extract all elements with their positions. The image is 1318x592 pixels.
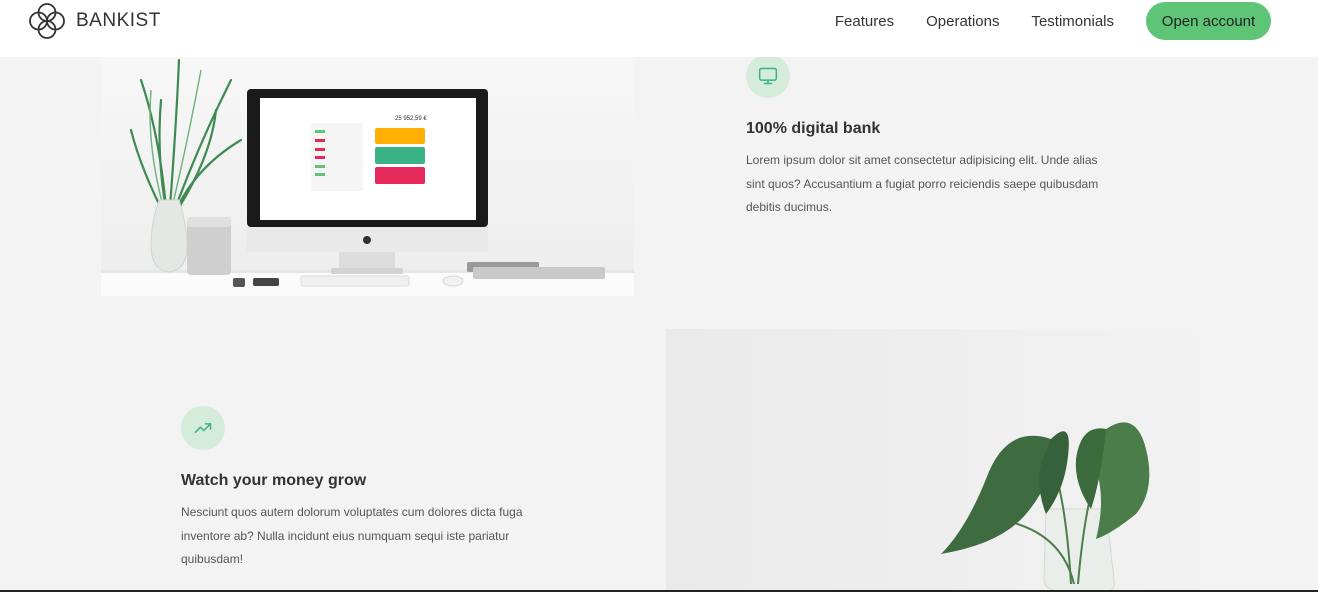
money-grow-image [666,329,1199,592]
brand-name: BANKIST [76,10,161,31]
screen-balance: 25 952,59 € [395,116,427,122]
feature-text: Nesciunt quos autem dolorum voluptates c… [181,505,523,566]
feature-digital-bank: 100% digital bank Lorem ipsum dolor sit … [746,54,1106,220]
top-navbar: BANKIST Features Operations Testimonials… [0,0,1318,57]
digital-bank-image: 25 952,59 € [101,40,634,296]
nav-link-operations[interactable]: Operations [926,13,999,30]
feature-text: Lorem ipsum dolor sit amet consectetur a… [746,153,1099,214]
feature-money-grow: Watch your money grow Nesciunt quos aute… [181,406,541,572]
nav-link-features[interactable]: Features [835,13,894,30]
nav-link-testimonials[interactable]: Testimonials [1031,13,1114,30]
feature-title: 100% digital bank [746,120,881,137]
feature-title: Watch your money grow [181,472,367,489]
desk-illustration: 25 952,59 € [101,58,634,296]
plant-illustration [941,422,1150,592]
open-account-button[interactable]: Open account [1146,2,1271,40]
trending-up-icon [181,406,225,450]
logo[interactable]: BANKIST [28,2,161,40]
nav-links: Features Operations Testimonials Open ac… [835,2,1271,40]
bankist-logo-icon [29,3,65,39]
monitor-icon [746,54,790,98]
